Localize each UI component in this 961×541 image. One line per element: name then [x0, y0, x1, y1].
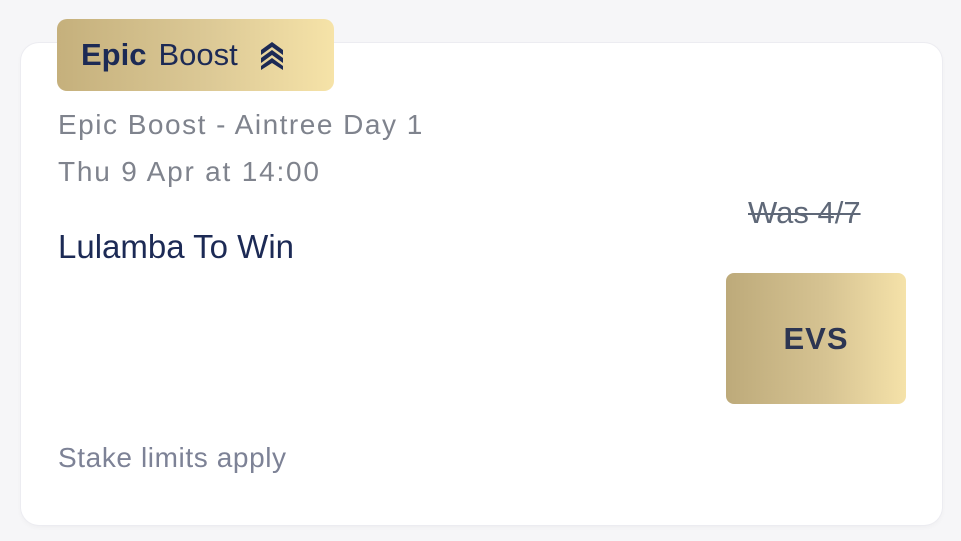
boosted-price-label: EVS: [783, 320, 849, 356]
stake-limits-note: Stake limits apply: [58, 442, 287, 473]
boosted-price-button[interactable]: EVS: [726, 273, 906, 404]
event-title: Epic Boost - Aintree Day 1: [58, 109, 424, 140]
selection-name: Lulamba To Win: [58, 228, 295, 265]
event-datetime: Thu 9 Apr at 14:00: [58, 156, 321, 187]
boost-chevrons-icon: [258, 39, 286, 71]
badge-strong-label: Epic: [81, 37, 147, 72]
badge-light-label: Boost: [158, 37, 238, 72]
was-price: Was 4/7: [748, 195, 861, 230]
epic-boost-badge: Epic Boost: [57, 19, 334, 91]
